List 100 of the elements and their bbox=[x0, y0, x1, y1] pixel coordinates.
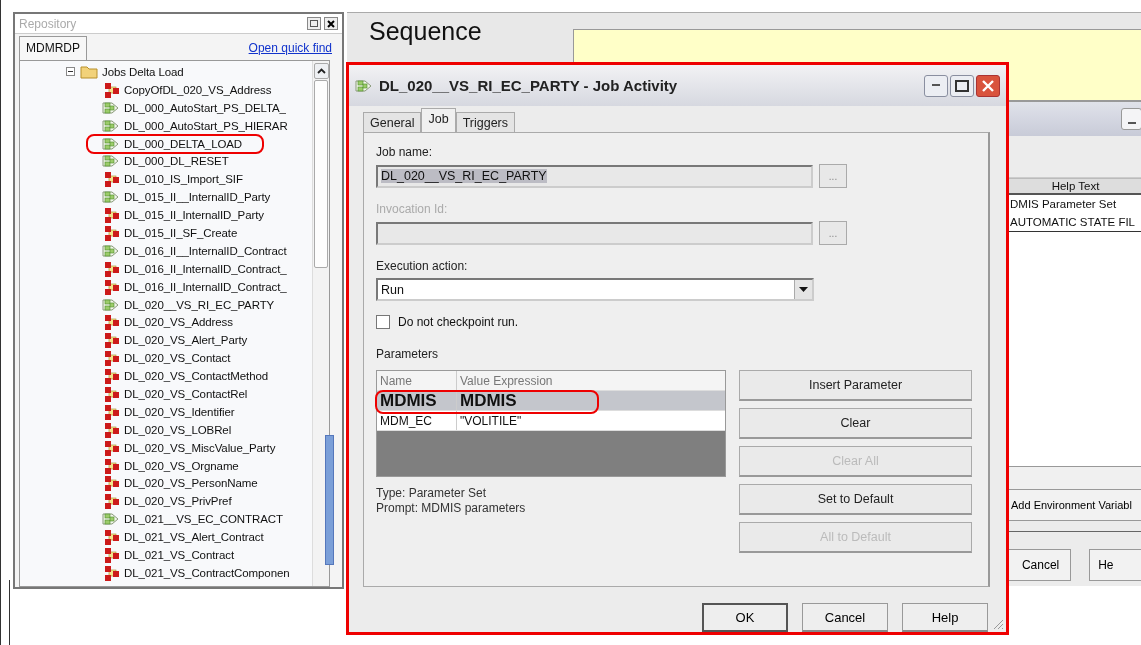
canvas-title: Sequence bbox=[369, 17, 483, 46]
action-button[interactable]: Insert Parameter bbox=[739, 370, 972, 402]
tree-item[interactable]: DL_020_VS_Orgname bbox=[124, 459, 239, 472]
tree-item[interactable]: DL_010_IS_Import_SIF bbox=[124, 173, 243, 186]
tree-item[interactable]: DL_021_VS_ContractComponen bbox=[124, 566, 290, 579]
job-icon bbox=[102, 529, 120, 546]
sequence-icon bbox=[102, 189, 120, 206]
checkbox[interactable] bbox=[376, 315, 390, 330]
action-button[interactable]: Clear bbox=[739, 408, 972, 440]
sequence-icon bbox=[102, 99, 120, 116]
folder-icon bbox=[80, 64, 98, 80]
quick-find-link[interactable]: Open quick find bbox=[248, 41, 332, 55]
table-row[interactable]: MDM_EC "VOLITILE" bbox=[377, 411, 725, 432]
column-header: Name bbox=[377, 371, 457, 391]
tree-item[interactable]: Jobs Delta Load bbox=[102, 65, 184, 78]
panel-title: Repository bbox=[19, 16, 78, 31]
resize-grip-icon bbox=[992, 618, 1004, 630]
sequence-icon bbox=[102, 117, 120, 134]
sequence-icon bbox=[102, 242, 120, 259]
maximize-button[interactable] bbox=[950, 74, 974, 97]
sequence-icon bbox=[355, 77, 373, 94]
scroll-thumb[interactable] bbox=[314, 80, 328, 268]
minimize-button[interactable] bbox=[1121, 108, 1141, 130]
tree-item[interactable]: DL_000_AutoStart_PS_DELTA_ bbox=[124, 101, 286, 114]
tree-item[interactable]: CopyOfDL_020_VS_Address bbox=[124, 83, 272, 96]
dropdown-arrow-icon bbox=[799, 287, 808, 293]
tree-item[interactable]: DL_015_II_InternalID_Party bbox=[124, 209, 264, 222]
scroll-up-button[interactable] bbox=[313, 63, 329, 79]
tab[interactable]: Job bbox=[421, 108, 456, 133]
restore-button[interactable] bbox=[307, 17, 321, 30]
tree-item[interactable]: DL_021__VS_EC_CONTRACT bbox=[124, 513, 283, 526]
job-icon bbox=[102, 439, 120, 456]
tree-item[interactable]: DL_020_VS_PrivPref bbox=[124, 495, 232, 508]
sequence-icon bbox=[102, 511, 120, 528]
tree-item[interactable]: DL_015_II_SF_Create bbox=[124, 226, 238, 239]
tree-item[interactable]: DL_020_VS_LOBRel bbox=[124, 423, 232, 436]
tree-item[interactable]: DL_020_VS_ContactRel bbox=[124, 387, 248, 400]
job-icon bbox=[102, 81, 120, 98]
close-icon bbox=[327, 19, 335, 28]
sequence-icon bbox=[102, 135, 120, 152]
job-icon bbox=[102, 314, 120, 331]
expander[interactable] bbox=[66, 67, 75, 77]
tab[interactable]: General bbox=[363, 112, 422, 133]
window-title: DL_020__VS_RI_EC_PARTY - Job Activity bbox=[379, 77, 679, 95]
tree-item[interactable]: DL_020__VS_RI_EC_PARTY bbox=[124, 298, 275, 311]
table-row[interactable]: MDMIS MDMIS bbox=[377, 391, 725, 412]
minimize-icon bbox=[1127, 122, 1136, 125]
tree-item[interactable]: DL_000_AutoStart_PS_HIERAR bbox=[124, 119, 288, 132]
section-label: Parameters bbox=[376, 347, 440, 362]
tree-item[interactable]: DL_020_VS_MiscValue_Party bbox=[124, 441, 276, 454]
tree-item[interactable]: DL_021_VS_Alert_Contract bbox=[124, 531, 264, 544]
action-button[interactable]: Set to Default bbox=[739, 484, 972, 516]
job-icon bbox=[102, 547, 120, 563]
tab[interactable]: Triggers bbox=[455, 112, 516, 133]
add-variable-button[interactable]: Add Environment Variabl bbox=[1009, 489, 1141, 521]
job-icon bbox=[102, 403, 120, 420]
job-icon bbox=[102, 350, 120, 367]
job-icon bbox=[102, 493, 120, 510]
tree-item[interactable]: DL_016_II__InternalID_Contract bbox=[124, 244, 287, 257]
tree-item[interactable]: DL_020_VS_ContactMethod bbox=[124, 370, 269, 383]
tree-item[interactable]: DL_021_VS_Contract bbox=[124, 549, 235, 561]
project-tab[interactable]: MDMRDP bbox=[19, 36, 87, 60]
checkbox-label: Do not checkpoint run. bbox=[398, 315, 519, 330]
field-label: Invocation Id: bbox=[376, 202, 449, 217]
parameter-prompt: Prompt: MDMIS parameters bbox=[376, 501, 526, 517]
help-button[interactable]: He bbox=[1089, 549, 1141, 581]
column-header: Value Expression bbox=[459, 372, 554, 390]
dropdown[interactable]: Run bbox=[376, 278, 814, 302]
tree-item[interactable]: DL_000_DELTA_LOAD bbox=[124, 137, 243, 150]
job-icon bbox=[102, 457, 120, 474]
close-button[interactable] bbox=[324, 17, 338, 30]
tree-item[interactable]: DL_016_II_InternalID_Contract_ bbox=[124, 262, 287, 275]
sequence-icon bbox=[102, 296, 120, 313]
table-cell: DMIS Parameter Set bbox=[1009, 195, 1141, 213]
job-icon bbox=[102, 475, 120, 492]
ok-button[interactable]: OK bbox=[702, 603, 788, 632]
field-label: Job name: bbox=[376, 145, 434, 160]
tree-item[interactable]: DL_020_VS_Address bbox=[124, 316, 233, 329]
cancel-button[interactable]: Cancel bbox=[1009, 549, 1072, 581]
tree-item[interactable]: DL_020_VS_PersonName bbox=[124, 477, 258, 490]
sequence-icon bbox=[102, 153, 120, 170]
job-icon bbox=[102, 207, 120, 224]
minimize-button[interactable] bbox=[924, 74, 948, 97]
job-icon bbox=[102, 171, 120, 188]
tree-item[interactable]: DL_015_II__InternalID_Party bbox=[124, 191, 271, 204]
tree-item[interactable]: DL_016_II_InternalID_Contract_ bbox=[124, 280, 287, 293]
tree-item[interactable]: DL_020_VS_Identifier bbox=[124, 405, 235, 418]
tree-item[interactable]: DL_020_VS_Contact bbox=[124, 352, 231, 365]
scrollbar[interactable] bbox=[312, 61, 329, 586]
job-icon bbox=[102, 368, 120, 385]
job-icon bbox=[102, 278, 120, 295]
job-icon bbox=[102, 385, 120, 402]
job-icon bbox=[102, 421, 120, 438]
help-button[interactable]: Help bbox=[902, 603, 988, 632]
close-button[interactable] bbox=[976, 74, 1000, 97]
tree-item[interactable]: DL_020_VS_Alert_Party bbox=[124, 334, 248, 347]
tree-item[interactable]: DL_000_DL_RESET bbox=[124, 155, 229, 168]
job-icon bbox=[102, 332, 120, 349]
restore-icon bbox=[310, 20, 318, 27]
cancel-button[interactable]: Cancel bbox=[802, 603, 888, 632]
